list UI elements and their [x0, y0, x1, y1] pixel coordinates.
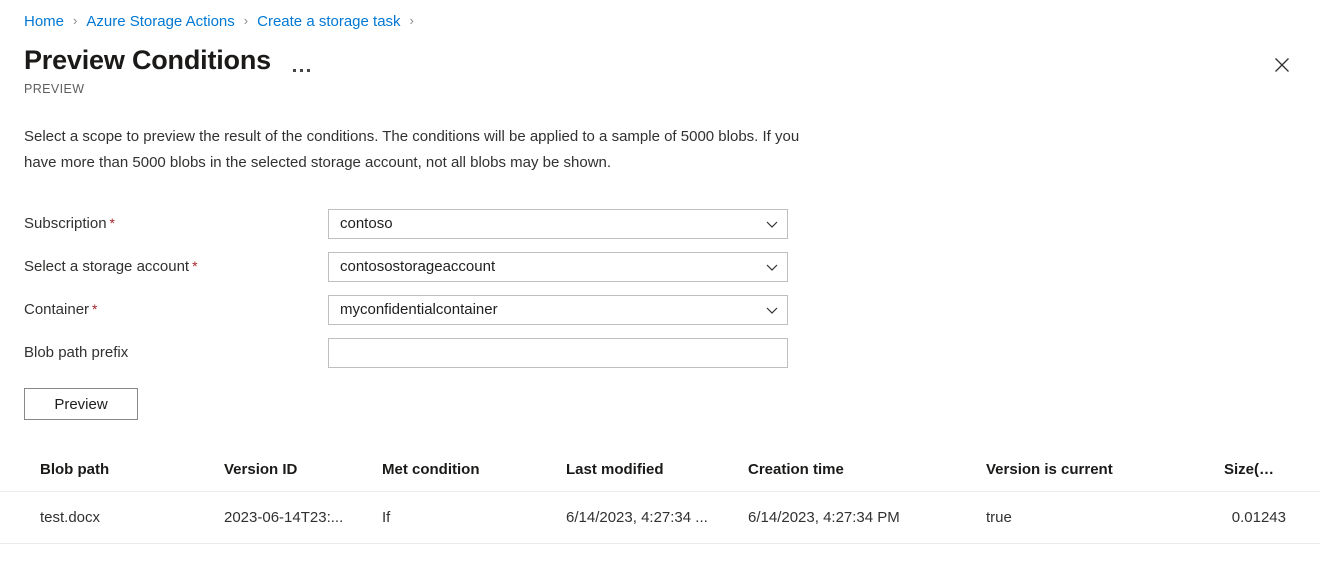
required-indicator: *: [192, 258, 198, 274]
breadcrumb-separator-icon: ›: [73, 12, 78, 28]
cell-met-condition: If: [382, 509, 391, 526]
storage-account-label: Select a storage account *: [0, 258, 328, 275]
breadcrumb-item-create-a-storage-task[interactable]: Create a storage task: [257, 13, 400, 30]
description-text: Select a scope to preview the result of …: [24, 128, 800, 171]
ellipsis-dot: [292, 68, 296, 72]
close-button[interactable]: [1262, 45, 1302, 85]
column-header-met-condition[interactable]: Met condition: [382, 461, 566, 478]
storage-account-label-text: Select a storage account: [24, 258, 190, 275]
column-header-creation-time[interactable]: Creation time: [748, 461, 986, 478]
chevron-down-icon: [766, 221, 778, 228]
chevron-down-icon: [766, 307, 778, 314]
column-header-blob-path[interactable]: Blob path: [40, 461, 224, 478]
container-label-text: Container: [24, 301, 90, 318]
form-row-subscription: Subscription * contoso: [0, 202, 1320, 245]
column-header-version-id[interactable]: Version ID: [224, 461, 382, 478]
preview-button-row: Preview: [24, 388, 1320, 420]
breadcrumb-separator-icon: ›: [409, 12, 414, 28]
results-table: Blob path Version ID Met condition Last …: [0, 448, 1320, 544]
cell-last-modified: 6/14/2023, 4:27:34 ...: [566, 509, 708, 526]
form-row-blob-path-prefix: Blob path prefix: [0, 331, 1320, 374]
page-title: Preview Conditions: [24, 45, 271, 75]
preview-badge: PREVIEW: [24, 82, 85, 96]
form-row-storage-account: Select a storage account * contosostorage…: [0, 245, 1320, 288]
container-dropdown[interactable]: myconfidentialcontainer: [328, 294, 788, 325]
breadcrumb-item-azure-storage-actions[interactable]: Azure Storage Actions: [86, 13, 234, 30]
container-label: Container *: [0, 301, 328, 318]
column-header-last-modified[interactable]: Last modified: [566, 461, 748, 478]
breadcrumb: Home › Azure Storage Actions › Create a …: [0, 0, 1320, 34]
column-header-size-mb[interactable]: Size(MB): [1224, 461, 1296, 478]
column-header-version-is-current[interactable]: Version is current: [986, 461, 1224, 478]
storage-account-dropdown[interactable]: contosostorageaccount: [328, 251, 788, 282]
subscription-dropdown[interactable]: contoso: [328, 208, 788, 239]
subscription-label: Subscription *: [0, 215, 328, 232]
required-indicator: *: [92, 301, 98, 317]
breadcrumb-item-home[interactable]: Home: [24, 13, 64, 30]
storage-account-value: contosostorageaccount: [340, 258, 496, 275]
scope-form: Subscription * contoso Select a storage a…: [0, 202, 1320, 420]
more-options-icon[interactable]: [292, 44, 310, 77]
close-icon: [1275, 58, 1289, 72]
subscription-value: contoso: [340, 215, 393, 232]
table-header-row: Blob path Version ID Met condition Last …: [0, 448, 1320, 492]
cell-version-id: 2023-06-14T23:...: [224, 509, 344, 526]
ellipsis-dot: [306, 68, 310, 72]
ellipsis-dot: [299, 68, 303, 72]
table-row[interactable]: test.docx 2023-06-14T23:... If 6/14/2023…: [0, 492, 1320, 544]
blob-path-prefix-input[interactable]: [328, 337, 788, 368]
cell-blob-path: test.docx: [40, 509, 101, 526]
cell-creation-time: 6/14/2023, 4:27:34 PM: [748, 509, 900, 526]
subscription-label-text: Subscription: [24, 215, 107, 232]
breadcrumb-separator-icon: ›: [243, 12, 249, 28]
form-row-container: Container * myconfidentialcontainer: [0, 288, 1320, 331]
page-header: Preview Conditions: [0, 34, 1320, 80]
required-indicator: *: [109, 215, 115, 231]
chevron-down-icon: [766, 264, 778, 271]
cell-version-is-current: true: [986, 509, 1012, 526]
preview-button[interactable]: Preview: [24, 388, 138, 420]
container-value: myconfidentialcontainer: [340, 301, 498, 318]
cell-size-mb: 0.01243: [1231, 509, 1286, 526]
blob-path-prefix-label: Blob path prefix: [24, 344, 129, 361]
